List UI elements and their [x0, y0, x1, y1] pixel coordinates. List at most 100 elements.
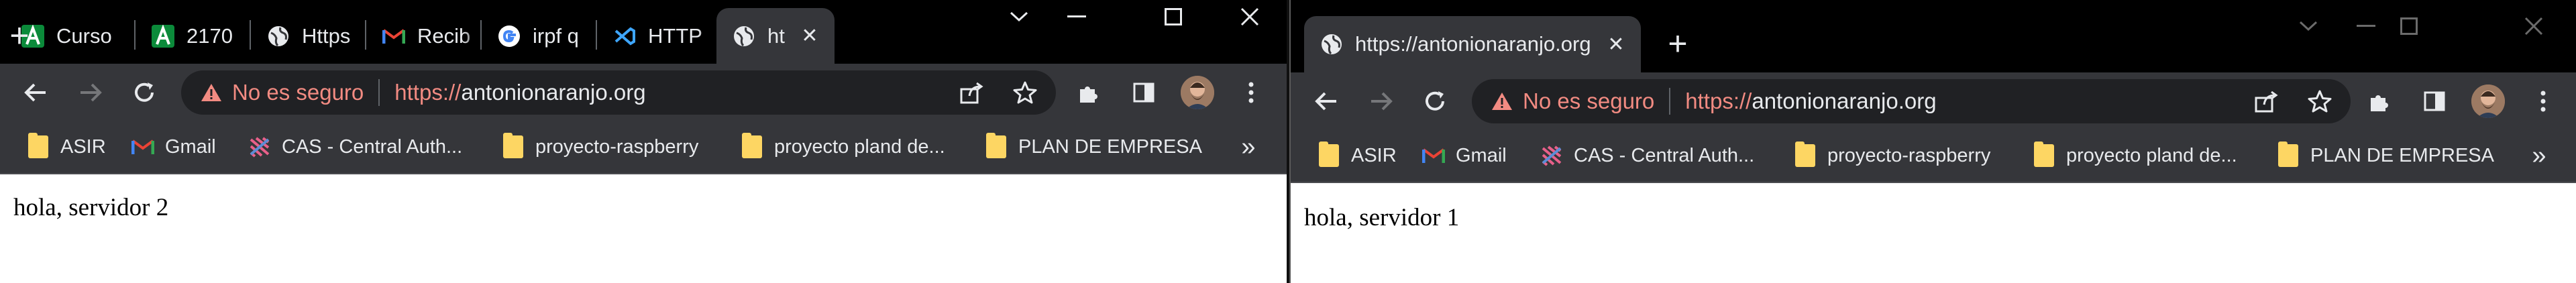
address-bar[interactable]: No es seguro https://antonionaranjo.org: [181, 70, 1056, 115]
url-scheme: https://: [1685, 89, 1752, 113]
omnibox-divider: [1669, 88, 1671, 115]
tab-2170[interactable]: 2170: [136, 8, 248, 64]
tab-strip: https://antonionaranjo.org ✕ +: [1291, 0, 2576, 72]
bookmark-gmail[interactable]: Gmail: [131, 121, 216, 172]
tab-active[interactable]: ht ✕: [716, 8, 835, 64]
security-label[interactable]: No es seguro: [1523, 89, 1654, 114]
tab-http[interactable]: HTTP: [597, 8, 715, 64]
folder-icon: [1318, 142, 1340, 167]
forward-arrow-icon[interactable]: [72, 74, 109, 111]
bookmarks-more-button[interactable]: »: [2522, 130, 2556, 181]
bookmark-gmail[interactable]: Gmail: [1422, 130, 1507, 181]
close-tab-icon[interactable]: ✕: [797, 23, 822, 49]
bookmark-proyecto-pland[interactable]: proyecto pland de...: [741, 121, 945, 172]
back-arrow-icon[interactable]: [17, 74, 54, 111]
close-tab-icon[interactable]: ✕: [1603, 32, 1629, 57]
back-arrow-icon[interactable]: [1308, 83, 1344, 119]
browser-window-right: https://antonionaranjo.org ✕ + No es seg…: [1289, 0, 2576, 283]
extensions-icon[interactable]: [2361, 83, 2398, 119]
security-label[interactable]: No es seguro: [232, 80, 364, 105]
bookmark-plan-de-empresa[interactable]: PLAN DE EMPRESA: [985, 121, 1202, 172]
bookmark-star-icon[interactable]: [2306, 88, 2333, 115]
maximize-icon[interactable]: [1144, 0, 1202, 34]
bookmarks-bar: ASIR Gmail CAS - Central Auth... proyect…: [0, 121, 1288, 174]
tab-title: https://antonionaranjo.org: [1355, 32, 1591, 56]
share-icon[interactable]: [2254, 88, 2281, 115]
folder-icon: [1794, 142, 1817, 167]
tab-search-icon[interactable]: [2279, 9, 2337, 43]
folder-icon: [985, 133, 1008, 158]
tab-https[interactable]: Https: [251, 8, 364, 64]
page-content: hola, servidor 1: [1291, 186, 2576, 283]
tab-title: HTTP: [648, 23, 702, 48]
bookmark-proyecto-raspberry[interactable]: proyecto-raspberry: [1794, 130, 1990, 181]
bookmark-label: ASIR: [1351, 144, 1397, 166]
tab-title: Curso: [56, 23, 112, 48]
folder-icon: [2033, 142, 2055, 167]
minimize-icon[interactable]: [1048, 0, 1106, 34]
side-panel-icon[interactable]: [2416, 83, 2453, 119]
bookmark-asir[interactable]: ASIR: [27, 121, 106, 172]
url-host: antonionaranjo.org: [1752, 89, 1937, 113]
toolbar: No es seguro https://antonionaranjo.org: [0, 64, 1288, 121]
cas-icon: [1540, 144, 1563, 167]
globe-icon: [731, 23, 757, 49]
bookmark-label: proyecto-raspberry: [1827, 144, 1991, 166]
url-text[interactable]: https://antonionaranjo.org: [1685, 89, 1936, 114]
address-bar[interactable]: No es seguro https://antonionaranjo.org: [1472, 79, 2351, 123]
tab-title: Recib: [417, 23, 471, 48]
bookmark-label: PLAN DE EMPRESA: [2310, 144, 2494, 166]
tab-strip: Curso 2170 Https Recib irpf q HTTP ht ✕ …: [0, 0, 1288, 64]
new-tab-button[interactable]: +: [1658, 24, 1697, 63]
menu-icon[interactable]: [1233, 74, 1269, 111]
url-text[interactable]: https://antonionaranjo.org: [394, 80, 645, 105]
bookmark-asir[interactable]: ASIR: [1318, 130, 1397, 181]
globe-icon: [1319, 32, 1344, 57]
google-icon: [496, 23, 522, 49]
share-icon[interactable]: [959, 79, 986, 106]
bookmark-cas[interactable]: CAS - Central Auth...: [248, 121, 462, 172]
bookmarks-more-button[interactable]: »: [1232, 121, 1265, 172]
warning-icon[interactable]: [200, 81, 223, 104]
tab-active[interactable]: https://antonionaranjo.org ✕: [1304, 16, 1641, 72]
tab-recib[interactable]: Recib: [366, 8, 479, 64]
warning-icon[interactable]: [1491, 90, 1513, 113]
bookmark-label: PLAN DE EMPRESA: [1018, 135, 1202, 158]
bookmark-label: proyecto pland de...: [2066, 144, 2237, 166]
bookmark-plan-de-empresa[interactable]: PLAN DE EMPRESA: [2277, 130, 2494, 181]
reload-icon[interactable]: [126, 74, 162, 111]
bookmark-proyecto-pland[interactable]: proyecto pland de...: [2033, 130, 2237, 181]
menu-icon[interactable]: [2525, 83, 2561, 119]
folder-icon: [741, 133, 763, 158]
gmail-icon: [381, 23, 407, 49]
new-tab-button[interactable]: +: [0, 16, 39, 55]
new-tab-icon: [853, 16, 892, 55]
bookmark-cas[interactable]: CAS - Central Auth...: [1540, 130, 1754, 181]
tab-title: irpf q: [533, 23, 579, 48]
page-content: hola, servidor 2: [0, 176, 1288, 283]
close-window-icon[interactable]: [2505, 9, 2563, 43]
folder-icon: [502, 133, 525, 158]
tab-search-icon[interactable]: [990, 0, 1048, 34]
gmail-icon: [1422, 144, 1445, 167]
extensions-icon[interactable]: [1071, 74, 1107, 111]
url-scheme: https://: [394, 80, 462, 105]
bookmark-label: Gmail: [165, 135, 216, 158]
profile-avatar[interactable]: [1181, 76, 1214, 109]
bookmarks-bar: ASIR Gmail CAS - Central Auth... proyect…: [1291, 130, 2576, 183]
bookmark-proyecto-raspberry[interactable]: proyecto-raspberry: [502, 121, 698, 172]
folder-icon: [2277, 142, 2300, 167]
side-panel-icon[interactable]: [1126, 74, 1162, 111]
bookmark-label: proyecto pland de...: [774, 135, 945, 158]
maximize-icon[interactable]: [2380, 9, 2438, 43]
tab-title: 2170: [186, 23, 233, 48]
forward-arrow-icon[interactable]: [1363, 83, 1399, 119]
gmail-icon: [131, 135, 154, 158]
globe-icon: [266, 23, 291, 49]
bookmark-star-icon[interactable]: [1012, 79, 1038, 106]
profile-avatar[interactable]: [2471, 84, 2505, 118]
reload-icon[interactable]: [1417, 83, 1453, 119]
tab-irpf[interactable]: irpf q: [482, 8, 594, 64]
close-window-icon[interactable]: [1221, 0, 1279, 34]
toolbar: No es seguro https://antonionaranjo.org: [1291, 72, 2576, 130]
